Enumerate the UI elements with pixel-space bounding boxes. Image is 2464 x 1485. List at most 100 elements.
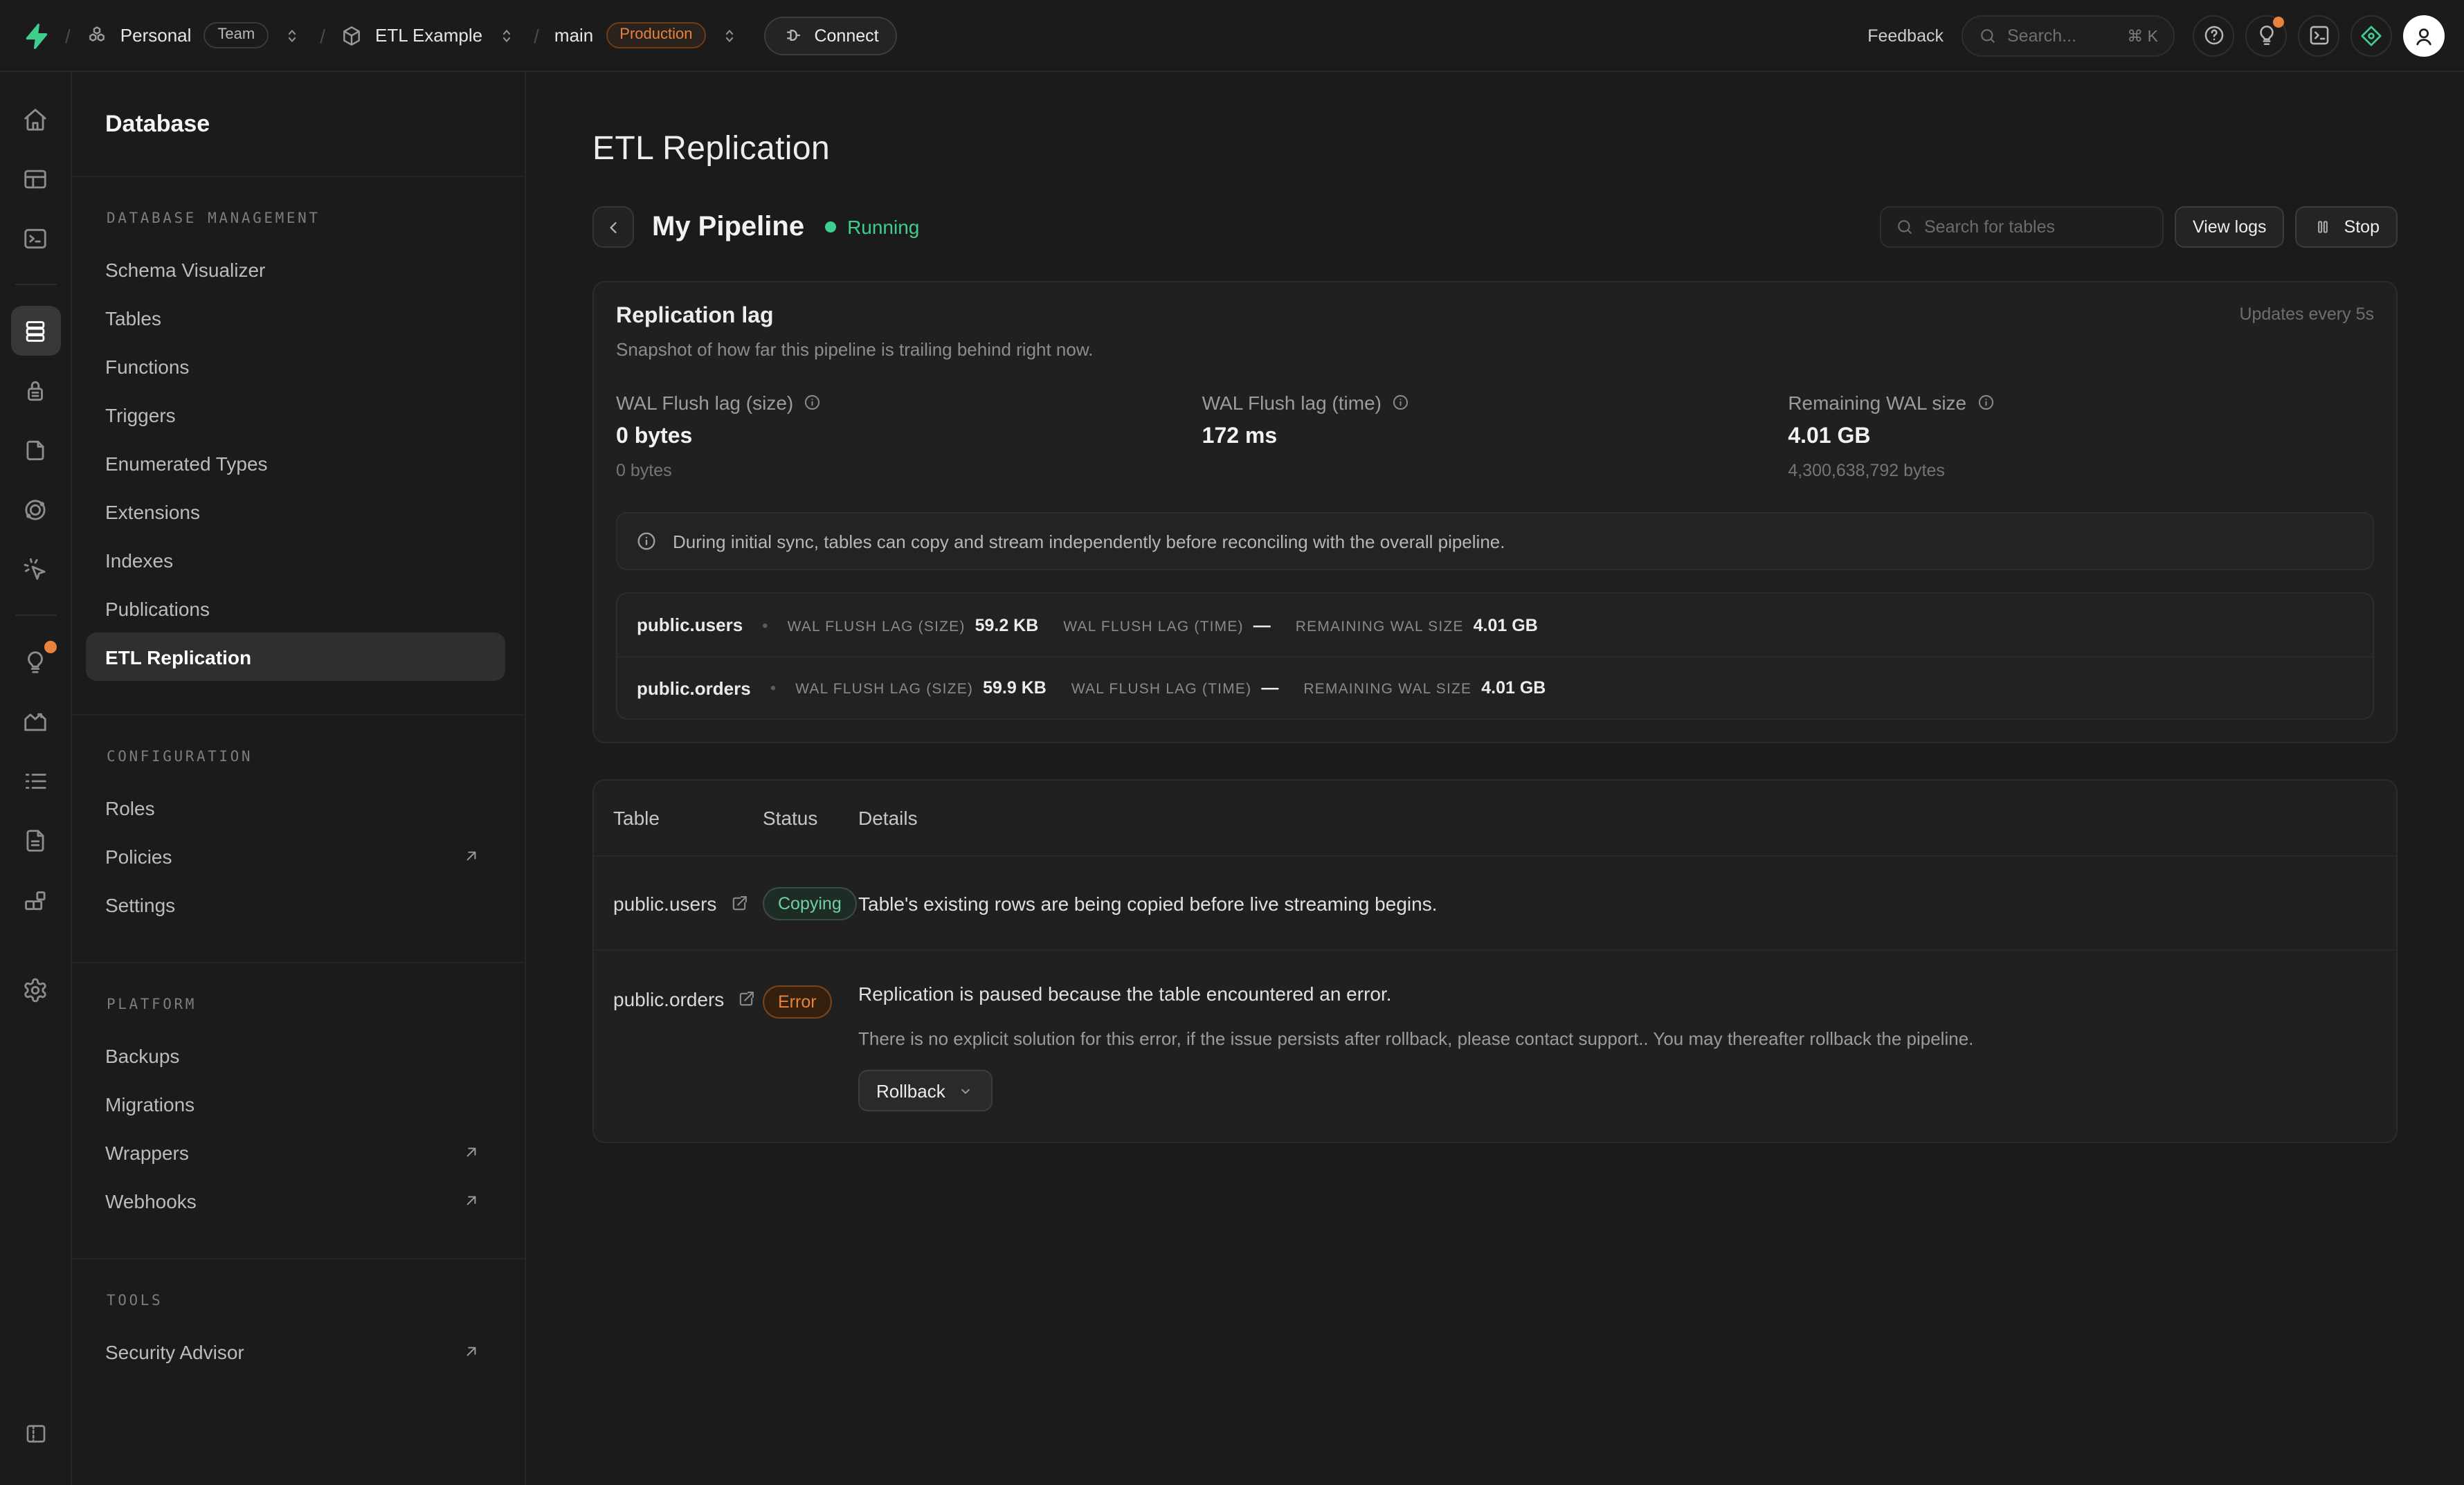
- table-search-input[interactable]: [1924, 217, 2148, 237]
- connect-button[interactable]: Connect: [764, 16, 896, 55]
- arrow-up-right-icon: [462, 1342, 480, 1360]
- branch-name: main: [554, 25, 593, 46]
- search-icon: [1895, 217, 1914, 237]
- reports-icon[interactable]: [10, 696, 60, 746]
- back-button[interactable]: [592, 206, 634, 248]
- sidebar-item-extensions[interactable]: Extensions: [86, 487, 500, 536]
- external-link-icon[interactable]: [729, 893, 748, 913]
- breadcrumb-separator: /: [320, 24, 325, 46]
- sidebar-item-publications[interactable]: Publications: [86, 584, 500, 632]
- table-status-card: Table Status Details public.users Copyin…: [592, 779, 2398, 1143]
- auth-lock-icon[interactable]: [10, 365, 60, 415]
- sidebar-item-schema-visualizer[interactable]: Schema Visualizer: [86, 245, 500, 293]
- collapse-sidebar-icon[interactable]: [10, 1409, 60, 1459]
- ai-assistant-button[interactable]: [2350, 15, 2392, 56]
- breadcrumb-separator: /: [65, 24, 71, 46]
- table-name: public.orders: [613, 988, 724, 1010]
- global-search-input[interactable]: [2007, 26, 2117, 45]
- logs-icon[interactable]: [10, 756, 60, 805]
- pause-icon: [2314, 217, 2333, 237]
- status-table-header: Table Status Details: [594, 781, 2396, 857]
- rollback-button-label: Rollback: [876, 1080, 945, 1101]
- sidebar-item-security-advisor[interactable]: Security Advisor: [86, 1327, 500, 1376]
- column-header-table: Table: [613, 807, 763, 829]
- edge-functions-icon[interactable]: [10, 484, 60, 534]
- sidebar-item-settings[interactable]: Settings: [86, 880, 500, 929]
- external-link-icon[interactable]: [736, 990, 756, 1009]
- sidebar-menu: DATABASE MANAGEMENT Schema Visualizer Ta…: [72, 177, 525, 1409]
- search-icon: [1978, 26, 1998, 45]
- sidebar-item-policies[interactable]: Policies: [86, 832, 500, 880]
- rail-divider: [15, 614, 56, 616]
- help-button[interactable]: [2193, 15, 2234, 56]
- breadcrumb-separator: /: [534, 24, 539, 46]
- settings-gear-icon[interactable]: [10, 965, 60, 1014]
- status-badge-copying: Copying: [763, 886, 857, 920]
- advisor-notification-dot: [44, 641, 56, 653]
- page-title: ETL Replication: [592, 130, 2398, 169]
- org-name: Personal: [120, 25, 192, 46]
- sidebar-item-webhooks[interactable]: Webhooks: [86, 1176, 500, 1225]
- feedback-link[interactable]: Feedback: [1867, 26, 1944, 45]
- table-search[interactable]: [1880, 206, 2164, 248]
- sidebar-item-functions[interactable]: Functions: [86, 342, 500, 390]
- stop-button[interactable]: Stop: [2296, 206, 2398, 248]
- sidebar-item-triggers[interactable]: Triggers: [86, 390, 500, 439]
- breadcrumb-org[interactable]: Personal Team: [86, 22, 269, 48]
- error-resolution-text: There is no explicit solution for this e…: [858, 1028, 2374, 1049]
- lag-stats-grid: WAL Flush lag (size) 0 bytes 0 bytes WAL…: [616, 392, 2374, 482]
- integrations-icon[interactable]: [10, 875, 60, 924]
- icon-rail: [0, 72, 72, 1485]
- sidebar-header: Database: [72, 72, 525, 177]
- callout-text: During initial sync, tables can copy and…: [673, 531, 1505, 552]
- breadcrumb-project[interactable]: ETL Example: [341, 24, 482, 46]
- org-switcher-button[interactable]: [280, 23, 305, 48]
- table-name: public.orders: [637, 677, 751, 698]
- pipeline-actions: View logs Stop: [1880, 206, 2398, 248]
- home-icon[interactable]: [10, 94, 60, 144]
- sidebar-item-tables[interactable]: Tables: [86, 293, 500, 342]
- storage-icon[interactable]: [10, 425, 60, 475]
- view-logs-button[interactable]: View logs: [2175, 206, 2285, 248]
- sql-editor-icon[interactable]: [10, 213, 60, 263]
- breadcrumb-branch[interactable]: main Production: [554, 22, 707, 48]
- info-icon[interactable]: [803, 394, 822, 412]
- branch-switcher-button[interactable]: [717, 23, 742, 48]
- row-details: Replication is paused because the table …: [858, 983, 2374, 1005]
- account-avatar[interactable]: [2403, 15, 2445, 56]
- sidebar-title: Database: [105, 110, 210, 138]
- updates-interval-label: Updates every 5s: [2239, 304, 2374, 324]
- sidebar-item-migrations[interactable]: Migrations: [86, 1079, 500, 1128]
- pipeline-name: My Pipeline: [652, 211, 804, 243]
- chevron-down-icon: [957, 1082, 975, 1100]
- arrow-up-right-icon: [462, 1192, 480, 1210]
- sidebar-item-backups[interactable]: Backups: [86, 1031, 500, 1079]
- api-docs-icon[interactable]: [10, 815, 60, 865]
- sidebar-item-roles[interactable]: Roles: [86, 783, 500, 832]
- table-name: public.users: [637, 614, 743, 635]
- notifications-button[interactable]: [2245, 15, 2287, 56]
- info-icon[interactable]: [1391, 394, 1410, 412]
- rollback-button[interactable]: Rollback: [858, 1070, 993, 1111]
- database-sidebar: Database DATABASE MANAGEMENT Schema Visu…: [72, 72, 526, 1485]
- plug-icon: [782, 25, 803, 46]
- global-search[interactable]: ⌘ K: [1962, 15, 2175, 56]
- info-icon[interactable]: [1976, 394, 1995, 412]
- pipeline-header: My Pipeline Running View logs: [592, 206, 2398, 248]
- table-editor-icon[interactable]: [10, 154, 60, 203]
- advisors-lightbulb-icon[interactable]: [10, 637, 60, 686]
- section-tools: TOOLS Security Advisor: [72, 1258, 525, 1409]
- running-status-dot: [825, 221, 836, 233]
- cli-terminal-button[interactable]: [2298, 15, 2339, 56]
- realtime-icon[interactable]: [10, 544, 60, 594]
- sidebar-item-wrappers[interactable]: Wrappers: [86, 1128, 500, 1176]
- project-switcher-button[interactable]: [493, 23, 518, 48]
- sidebar-item-etl-replication[interactable]: ETL Replication: [86, 632, 505, 681]
- database-icon[interactable]: [10, 306, 60, 356]
- supabase-logo-icon[interactable]: [22, 21, 50, 49]
- sidebar-item-indexes[interactable]: Indexes: [86, 536, 500, 584]
- arrow-up-right-icon: [462, 847, 480, 865]
- lag-card-title: Replication lag: [616, 304, 1093, 329]
- sidebar-item-enumerated-types[interactable]: Enumerated Types: [86, 439, 500, 487]
- status-table-row: public.orders Error Replication is pause…: [594, 951, 2396, 1142]
